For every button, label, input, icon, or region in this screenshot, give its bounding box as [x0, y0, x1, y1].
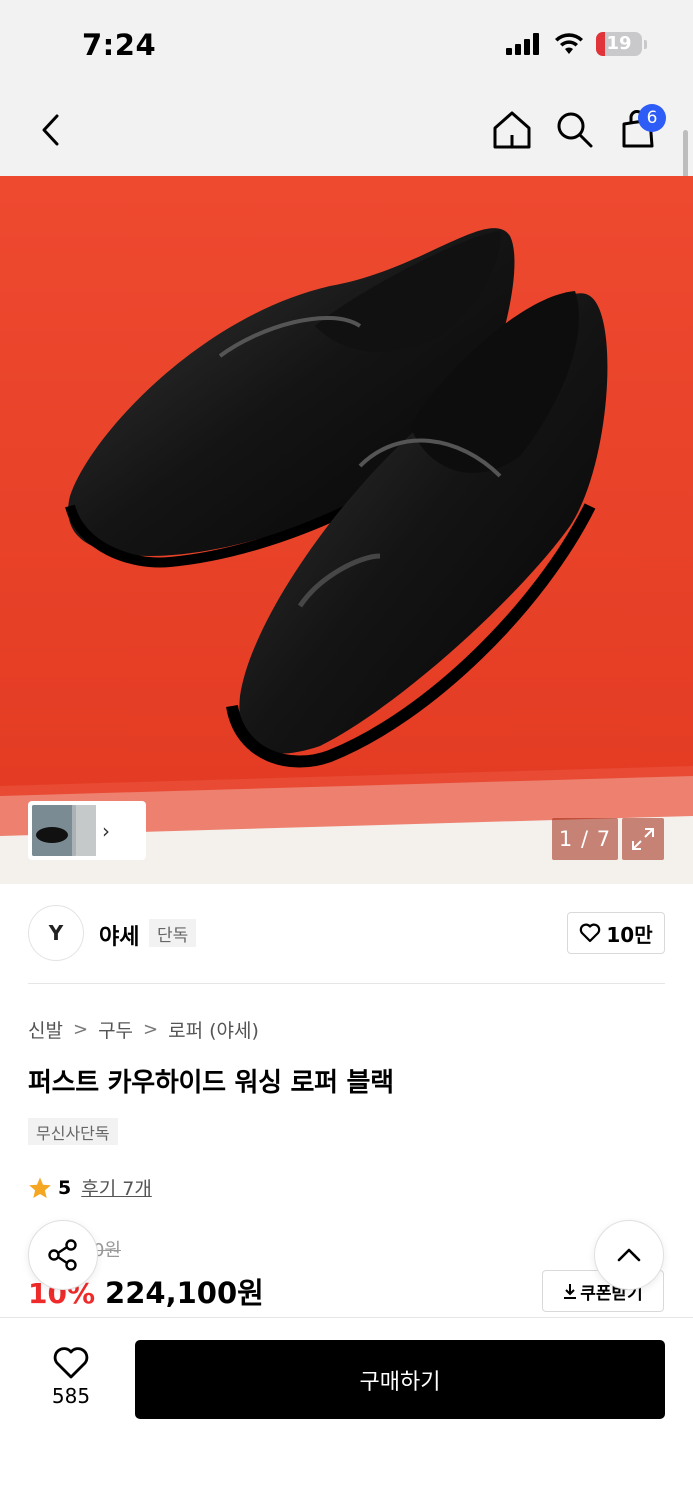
battery-cap [644, 39, 647, 49]
product-like-button[interactable]: 585 [36, 1346, 106, 1416]
home-button[interactable] [490, 108, 534, 152]
home-icon [493, 111, 531, 149]
review-count-link[interactable]: 후기 7개 [81, 1174, 152, 1201]
brand-exclusive-tag: 단독 [149, 919, 197, 947]
shopping-bag-button[interactable]: 6 [616, 104, 666, 152]
rating-score: 5 [58, 1176, 72, 1199]
cart-count-badge: 6 [638, 104, 666, 132]
product-image-gallery[interactable]: › 1 / 7 [0, 176, 693, 884]
expand-image-button[interactable] [622, 818, 664, 860]
wifi-icon [555, 33, 583, 54]
status-bar: 7:24 19 [0, 0, 693, 90]
thumbnail-image[interactable] [32, 805, 76, 856]
brand-row: Y 야세 단독 10만 [28, 905, 665, 965]
chevron-right-icon[interactable]: › [102, 819, 110, 843]
product-like-count: 585 [51, 1384, 91, 1408]
thumbnail-shoe [32, 805, 76, 856]
divider [28, 983, 665, 984]
breadcrumb-separator-icon: > [143, 1019, 159, 1040]
search-icon [557, 112, 593, 148]
breadcrumb-item[interactable]: 구두 [98, 1016, 133, 1043]
top-nav-bar: 6 [0, 90, 693, 176]
product-image [0, 176, 693, 884]
thumbnail-strip[interactable]: › [28, 801, 146, 860]
status-icons: 19 [506, 32, 647, 56]
bottom-action-bar: 585 구매하기 [0, 1317, 693, 1500]
scroll-to-top-button[interactable] [594, 1220, 664, 1290]
thumbnail-image-next[interactable] [72, 805, 96, 856]
heart-icon [580, 923, 601, 943]
product-title: 퍼스트 카우하이드 워싱 로퍼 블랙 [28, 1068, 394, 1098]
cellular-signal-icon [506, 33, 539, 55]
status-time: 7:24 [82, 28, 157, 62]
breadcrumb: 신발 > 구두 > 로퍼 (야세) [28, 1016, 259, 1043]
battery-level: 19 [606, 33, 632, 54]
buy-button[interactable]: 구매하기 [135, 1340, 665, 1419]
share-button[interactable] [28, 1220, 98, 1290]
brand-logo[interactable]: Y [28, 905, 84, 961]
back-button[interactable] [30, 108, 70, 152]
search-button[interactable] [553, 108, 597, 152]
breadcrumb-separator-icon: > [72, 1019, 89, 1040]
chevron-up-icon [617, 1248, 641, 1262]
image-page-counter: 1 / 7 [552, 818, 618, 860]
sale-price: 224,100원 [105, 1276, 264, 1310]
breadcrumb-item[interactable]: 신발 [28, 1016, 63, 1043]
brand-name[interactable]: 야세 [99, 919, 139, 951]
battery-icon: 19 [596, 32, 642, 56]
brand-like-button[interactable]: 10만 [567, 912, 665, 954]
star-icon [29, 1177, 51, 1198]
share-icon [48, 1239, 77, 1271]
brand-like-count: 10만 [606, 922, 653, 947]
download-icon [564, 1284, 577, 1299]
breadcrumb-item[interactable]: 로퍼 (야세) [168, 1016, 259, 1043]
chevron-left-icon [42, 114, 59, 146]
heart-icon [53, 1347, 89, 1379]
exclusive-tag: 무신사단독 [28, 1118, 118, 1145]
expand-icon [632, 828, 654, 850]
rating-row: 5 후기 7개 [28, 1174, 152, 1201]
